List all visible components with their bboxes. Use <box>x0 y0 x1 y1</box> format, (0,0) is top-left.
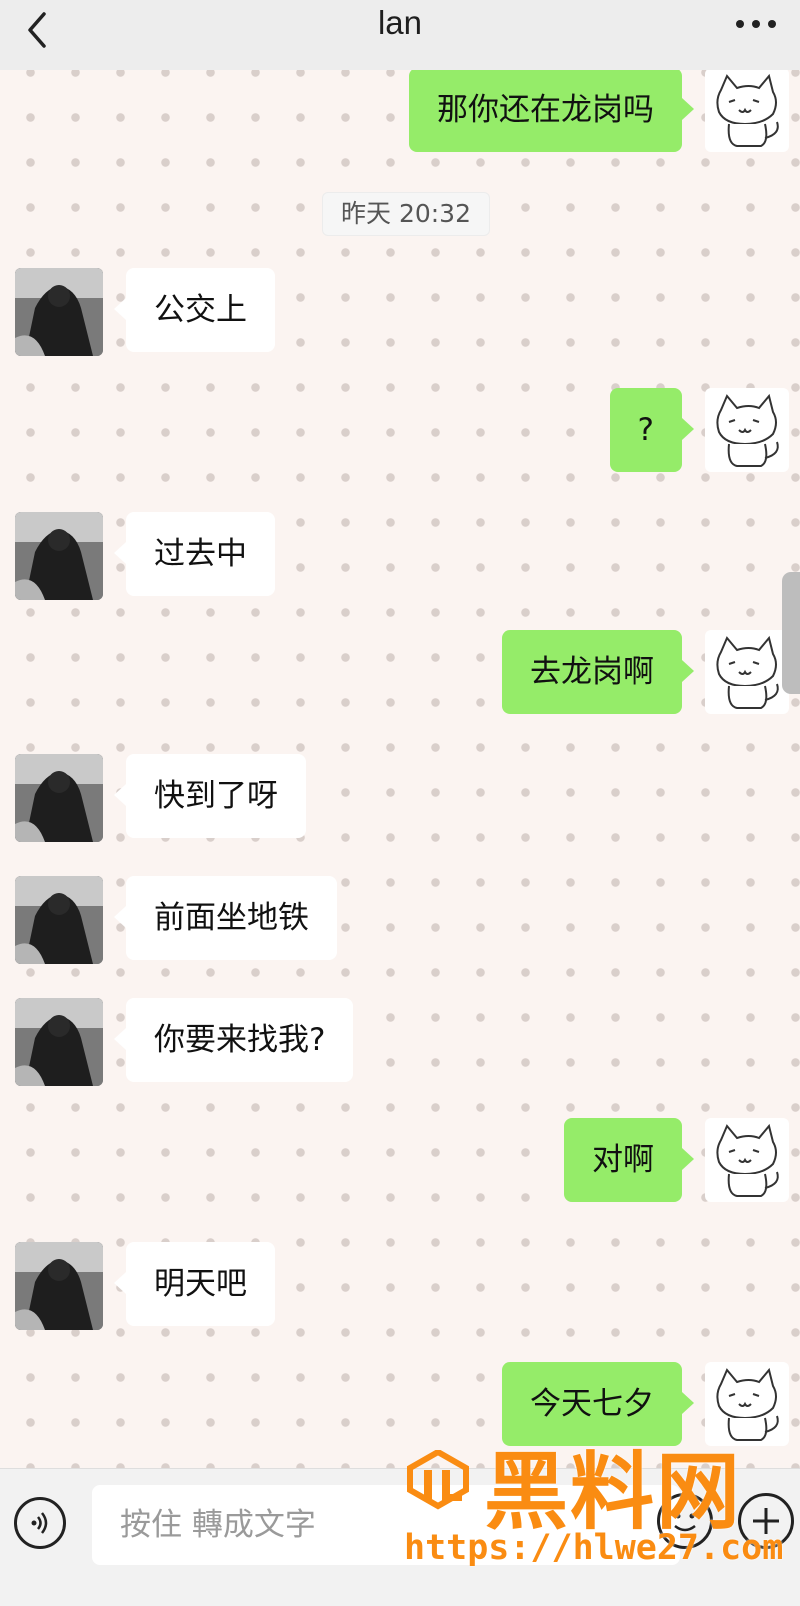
cat-avatar[interactable] <box>705 70 789 152</box>
message-bubble-self[interactable]: 那你还在龙岗吗 <box>409 70 694 152</box>
message-bubble-other[interactable]: 明天吧 <box>114 1242 275 1326</box>
message-list[interactable]: 那你还在龙岗吗 昨天 20:32 公交上 ? 过去中 去龙岗啊 快到了呀 前面坐… <box>0 70 800 1468</box>
chat-title: lan <box>377 4 423 41</box>
cat-avatar[interactable] <box>705 630 789 714</box>
message-bubble-self[interactable]: 对啊 <box>564 1118 694 1202</box>
person-avatar[interactable] <box>15 512 103 600</box>
person-avatar[interactable] <box>15 268 103 356</box>
scroll-handle[interactable] <box>782 572 800 694</box>
message-bubble-other[interactable]: 过去中 <box>114 512 275 596</box>
message-bubble-self[interactable]: 去龙岗啊 <box>502 630 694 714</box>
message-bubble-other[interactable]: 前面坐地铁 <box>114 876 337 960</box>
person-avatar[interactable] <box>15 754 103 842</box>
message-bubble-other[interactable]: 快到了呀 <box>114 754 306 838</box>
person-avatar[interactable] <box>15 876 103 964</box>
more-options-icon[interactable] <box>734 14 778 34</box>
voice-icon[interactable] <box>14 1497 66 1549</box>
chat-header: lan <box>0 0 800 70</box>
watermark: 黑料网 https://hlwe27.com <box>398 1420 800 1605</box>
message-bubble-other[interactable]: 你要来找我? <box>113 998 354 1082</box>
watermark-url: https://hlwe27.com <box>404 1528 784 1568</box>
cat-avatar[interactable] <box>705 388 789 472</box>
message-bubble-self[interactable]: ? <box>609 388 695 472</box>
person-avatar[interactable] <box>15 998 103 1086</box>
timestamp-divider: 昨天 20:32 <box>322 192 490 236</box>
watermark-logo-icon <box>407 1450 469 1510</box>
person-avatar[interactable] <box>15 1242 103 1330</box>
cat-avatar[interactable] <box>705 1118 789 1202</box>
message-bubble-other[interactable]: 公交上 <box>114 268 275 352</box>
